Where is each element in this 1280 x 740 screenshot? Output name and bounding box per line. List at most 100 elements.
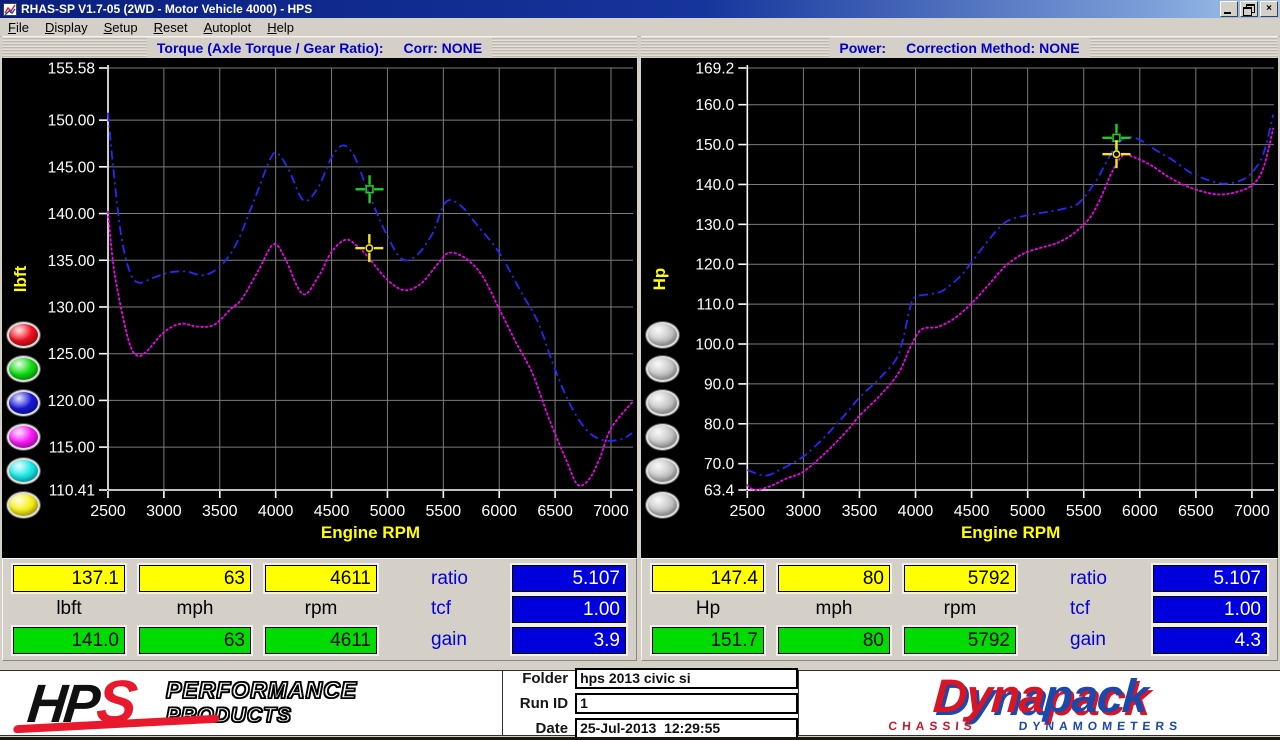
svg-text:4500: 4500 xyxy=(954,502,990,520)
svg-text:7000: 7000 xyxy=(1234,502,1270,520)
trace-button-gray-3[interactable] xyxy=(646,390,679,416)
torque-cursor-value-2: 141.0 xyxy=(13,626,125,654)
svg-text:4500: 4500 xyxy=(314,503,350,520)
svg-text:140.00: 140.00 xyxy=(48,206,96,223)
svg-text:4000: 4000 xyxy=(258,503,294,520)
title-bar: RHAS-SP V1.7-05 (2WD - Motor Vehicle 400… xyxy=(0,0,1280,18)
svg-text:5500: 5500 xyxy=(1066,502,1102,520)
power-chart[interactable]: 169.2 160.0 150.0 140.0 130.0 120.0 110.0 100.0… xyxy=(641,58,1278,558)
menu-display[interactable]: Display xyxy=(37,19,96,36)
svg-text:140.0: 140.0 xyxy=(695,177,734,194)
folder-label: Folder xyxy=(522,669,569,687)
dynapack-dynamometers-text: DYNAMOMETERS xyxy=(1017,718,1183,733)
menu-file[interactable]: File xyxy=(0,19,37,36)
menu-autoplot[interactable]: Autoplot xyxy=(196,19,260,36)
svg-text:169.2: 169.2 xyxy=(695,61,734,78)
gain-label: gain xyxy=(431,629,467,651)
torque-chart[interactable]: 155.58 150.00 145.00 140.00 135.00 130.00 125.… xyxy=(2,58,637,558)
power-chart-title: Power: xyxy=(829,38,897,58)
speed-unit-label: mph xyxy=(815,598,853,620)
svg-text:70.0: 70.0 xyxy=(704,456,735,473)
svg-text:90.0: 90.0 xyxy=(704,376,735,393)
torque-chart-header: Torque (Axle Torque / Gear Ratio): Corr:… xyxy=(2,36,637,60)
speed-cursor-value-2: 80 xyxy=(778,626,890,654)
trace-button-blue[interactable] xyxy=(7,390,40,416)
run-info-form: Folder Run ID Date xyxy=(503,667,799,739)
hps-logo: HPS PERFORMANCE PRODUCTS xyxy=(0,668,503,735)
trace-button-gray-1[interactable] xyxy=(646,322,679,348)
svg-text:150.00: 150.00 xyxy=(48,113,96,130)
trace-button-red[interactable] xyxy=(7,322,40,348)
trace-button-gray-4[interactable] xyxy=(646,424,679,450)
power-plot-area[interactable]: 169.2 160.0 150.0 140.0 130.0 120.0 110.0 100.0… xyxy=(641,58,1278,558)
svg-text:3500: 3500 xyxy=(842,502,878,520)
power-correction-label: Correction Method: NONE xyxy=(896,38,1090,58)
torque-correction-label: Corr: NONE xyxy=(393,38,493,58)
menu-bar: File Display Setup Reset Autoplot Help xyxy=(0,18,1280,37)
svg-text:80.0: 80.0 xyxy=(704,416,735,433)
speed-cursor-value: 63 xyxy=(139,565,251,593)
power-unit-label: Hp xyxy=(695,598,721,620)
svg-text:160.0: 160.0 xyxy=(695,97,734,114)
power-cursor-value-2: 151.7 xyxy=(652,626,764,654)
torque-chart-title: Torque (Axle Torque / Gear Ratio): xyxy=(146,38,394,58)
svg-text:3500: 3500 xyxy=(202,503,238,520)
torque-cursor-value: 137.1 xyxy=(13,565,125,593)
trace-button-gray-6[interactable] xyxy=(646,492,679,518)
dynapack-chassis-text: CHASSIS xyxy=(887,718,977,733)
svg-text:5000: 5000 xyxy=(370,503,406,520)
svg-text:6000: 6000 xyxy=(481,503,517,520)
torque-plot-area[interactable]: 155.58 150.00 145.00 140.00 135.00 130.00 125.… xyxy=(2,58,637,558)
rpm-cursor-value-2: 5792 xyxy=(904,626,1016,654)
power-chart-header: Power: Correction Method: NONE xyxy=(641,36,1278,60)
rpm-unit-label: rpm xyxy=(943,598,977,620)
svg-text:115.00: 115.00 xyxy=(49,440,96,457)
trace-button-cyan[interactable] xyxy=(7,458,40,484)
ratio-label: ratio xyxy=(1070,567,1107,589)
svg-text:110.41: 110.41 xyxy=(49,483,95,500)
trace-button-gray-5[interactable] xyxy=(646,458,679,484)
ratio-label: ratio xyxy=(431,567,468,589)
tcf-value: 1.00 xyxy=(1153,595,1267,623)
restore-button[interactable] xyxy=(1240,1,1258,17)
svg-text:120.00: 120.00 xyxy=(48,393,96,410)
speed-cursor-value: 80 xyxy=(778,565,890,593)
rpm-cursor-value: 5792 xyxy=(904,565,1016,593)
trace-button-green[interactable] xyxy=(7,356,40,382)
window-title: RHAS-SP V1.7-05 (2WD - Motor Vehicle 400… xyxy=(21,2,313,16)
run-id-field[interactable] xyxy=(575,692,798,714)
close-button[interactable]: × xyxy=(1260,1,1278,17)
svg-text:Engine RPM: Engine RPM xyxy=(961,523,1060,542)
menu-help[interactable]: Help xyxy=(259,19,302,36)
folder-field[interactable] xyxy=(575,667,798,689)
date-field[interactable] xyxy=(575,717,798,739)
date-label: Date xyxy=(535,719,569,737)
footer: HPS PERFORMANCE PRODUCTS Folder Run ID D… xyxy=(0,667,1280,739)
trace-button-yellow[interactable] xyxy=(7,492,40,518)
svg-text:7000: 7000 xyxy=(593,503,629,520)
svg-text:2500: 2500 xyxy=(90,503,126,520)
menu-reset[interactable]: Reset xyxy=(146,19,196,36)
trace-button-gray-2[interactable] xyxy=(646,356,679,382)
speed-unit-label: mph xyxy=(176,598,214,620)
svg-text:155.58: 155.58 xyxy=(48,61,95,78)
minimize-button[interactable] xyxy=(1220,1,1238,17)
ratio-value: 5.107 xyxy=(1153,565,1267,593)
close-icon: × xyxy=(1266,3,1272,14)
ratio-value: 5.107 xyxy=(512,565,626,593)
rpm-unit-label: rpm xyxy=(304,598,338,620)
svg-text:125.00: 125.00 xyxy=(48,346,96,363)
power-cursor-value: 147.4 xyxy=(652,565,764,593)
dynapack-word-dyna: Dyna xyxy=(931,668,1046,722)
menu-setup[interactable]: Setup xyxy=(96,19,146,36)
dynapack-logo: Dynapack CHASSIS DYNAMOMETERS xyxy=(799,668,1280,735)
speed-cursor-value-2: 63 xyxy=(139,626,251,654)
svg-text:130.00: 130.00 xyxy=(48,299,96,316)
svg-text:135.00: 135.00 xyxy=(48,253,96,270)
svg-text:150.0: 150.0 xyxy=(695,137,734,154)
svg-text:5000: 5000 xyxy=(1010,502,1046,520)
svg-text:3000: 3000 xyxy=(146,503,182,520)
trace-button-magenta[interactable] xyxy=(7,424,40,450)
app-icon xyxy=(3,2,17,16)
tcf-label: tcf xyxy=(431,598,452,620)
